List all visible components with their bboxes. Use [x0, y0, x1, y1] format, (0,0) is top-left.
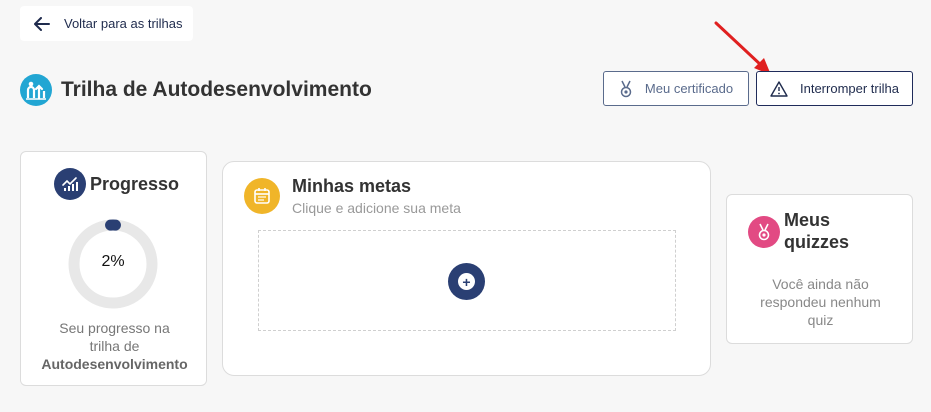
progress-description: Seu progresso na trilha de Autodesenvolv… — [31, 319, 198, 373]
trail-people-icon — [20, 74, 52, 106]
calendar-icon — [244, 178, 280, 214]
stop-trail-button[interactable]: Interromper trilha — [756, 71, 913, 106]
stop-trail-label: Interromper trilha — [800, 81, 899, 96]
progress-percent: 2% — [101, 253, 125, 270]
medal-icon — [620, 80, 632, 97]
progress-title: Progresso — [90, 173, 180, 194]
page-header: Trilha de Autodesenvolvimento — [20, 73, 372, 107]
medal-icon — [748, 216, 780, 248]
goals-card: Minhas metas Clique e adicione sua meta … — [222, 161, 711, 376]
back-to-trails-button[interactable]: Voltar para as trilhas — [20, 6, 193, 41]
progress-chart-icon — [54, 168, 86, 200]
goals-subtitle: Clique e adicione sua meta — [292, 200, 461, 216]
back-to-trails-label: Voltar para as trilhas — [64, 16, 183, 31]
my-certificate-button[interactable]: Meu certificado — [603, 71, 749, 106]
quizzes-text-line2: respondeu nenhum — [760, 294, 881, 310]
page-title: Trilha de Autodesenvolvimento — [61, 78, 372, 101]
quizzes-card: Meus quizzes Você ainda não respondeu ne… — [726, 194, 913, 344]
quizzes-title-line2: quizzes — [784, 232, 850, 252]
progress-text-line1: Seu progresso na — [59, 320, 170, 336]
quizzes-text-line1: Você ainda não — [772, 276, 869, 292]
progress-card: Progresso 2% Seu progresso na trilha de … — [20, 151, 207, 386]
quizzes-empty-text: Você ainda não respondeu nenhum quiz — [737, 275, 904, 329]
progress-header: Progresso — [54, 168, 179, 200]
quizzes-text-line3: quiz — [807, 312, 834, 328]
arrow-left-icon — [34, 16, 50, 31]
goals-add-area[interactable]: + — [258, 230, 676, 331]
goals-title: Minhas metas — [292, 176, 412, 196]
warning-triangle-icon — [770, 80, 788, 97]
annotation-arrow-icon — [714, 21, 771, 75]
plus-icon: + — [458, 273, 475, 290]
progress-text-line2: trilha de — [89, 338, 140, 354]
quizzes-title-line1: Meus — [784, 210, 831, 230]
progress-trail-name: Autodesenvolvimento — [41, 356, 188, 372]
my-certificate-label: Meu certificado — [644, 81, 734, 96]
add-goal-button[interactable]: + — [448, 263, 485, 300]
quizzes-title: Meus quizzes — [784, 209, 864, 253]
